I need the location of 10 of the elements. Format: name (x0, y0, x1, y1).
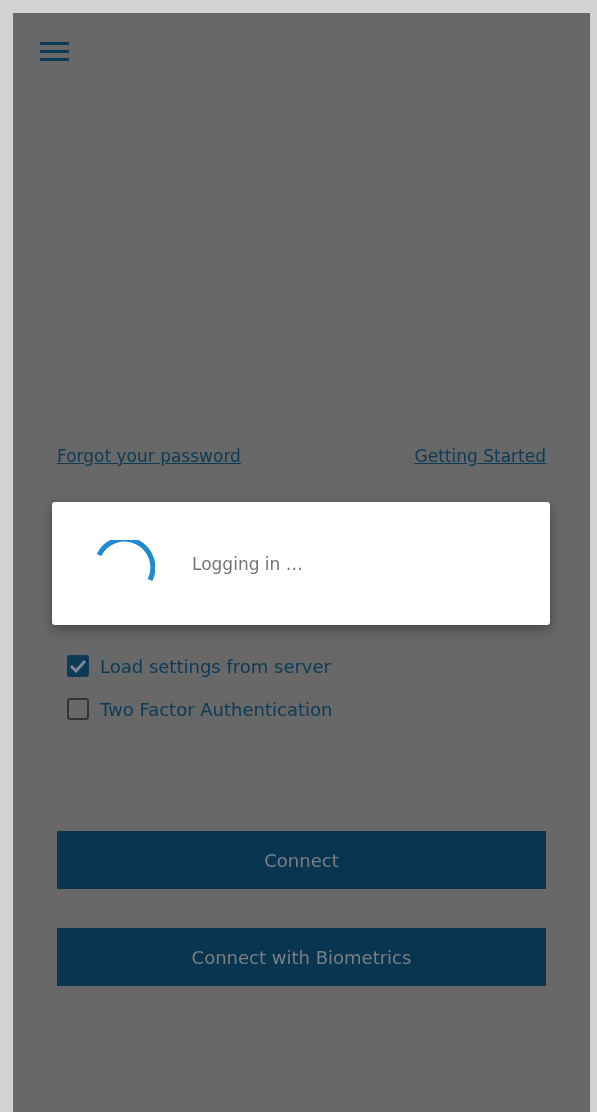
checkbox[interactable] (67, 655, 89, 677)
connect-button[interactable]: Connect with Biometrics (57, 928, 546, 986)
connect-button[interactable]: Connect (57, 831, 546, 889)
checkbox-label[interactable]: Two Factor Authentication (100, 698, 333, 720)
menu-icon[interactable] (40, 42, 69, 62)
link[interactable]: Forgot your password (57, 446, 241, 466)
loading-message: Logging in … (192, 553, 303, 574)
checkbox[interactable] (67, 698, 89, 720)
checkbox-label[interactable]: Load settings from server (100, 655, 331, 677)
link[interactable]: Getting Started (414, 446, 546, 466)
